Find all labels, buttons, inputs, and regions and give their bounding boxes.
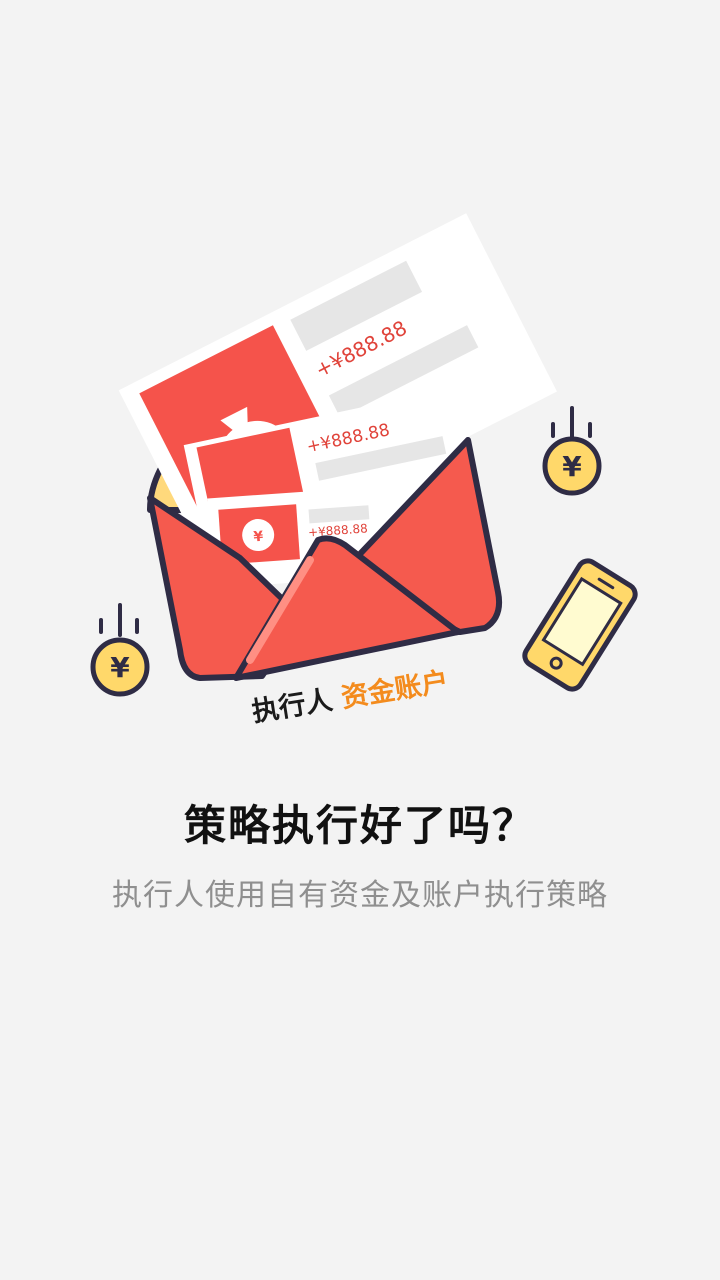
coin-icon-right: ¥ xyxy=(542,406,602,496)
envelope-caption: 执行人 资金账户 xyxy=(250,666,451,729)
coin-symbol-left: ¥ xyxy=(110,651,130,684)
caption-prefix: 执行人 xyxy=(250,684,335,728)
coin-icon-left: ¥ xyxy=(90,603,150,697)
page-subheadline: 执行人使用自有资金及账户执行策略 xyxy=(112,878,608,913)
phone-icon xyxy=(522,558,638,692)
svg-text:执行人 资金账户: 执行人 资金账户 xyxy=(250,666,451,729)
page-headline: 策略执行好了吗？ xyxy=(183,801,536,850)
caption-highlight: 资金账户 xyxy=(339,666,451,715)
onboarding-illustration: +¥888.88 ¥ +¥888.88 ¥ +¥888.88 执行人 资金账户 … xyxy=(90,213,638,729)
coin-symbol-right: ¥ xyxy=(562,450,582,483)
money-bag-small-symbol: ¥ xyxy=(253,529,264,546)
